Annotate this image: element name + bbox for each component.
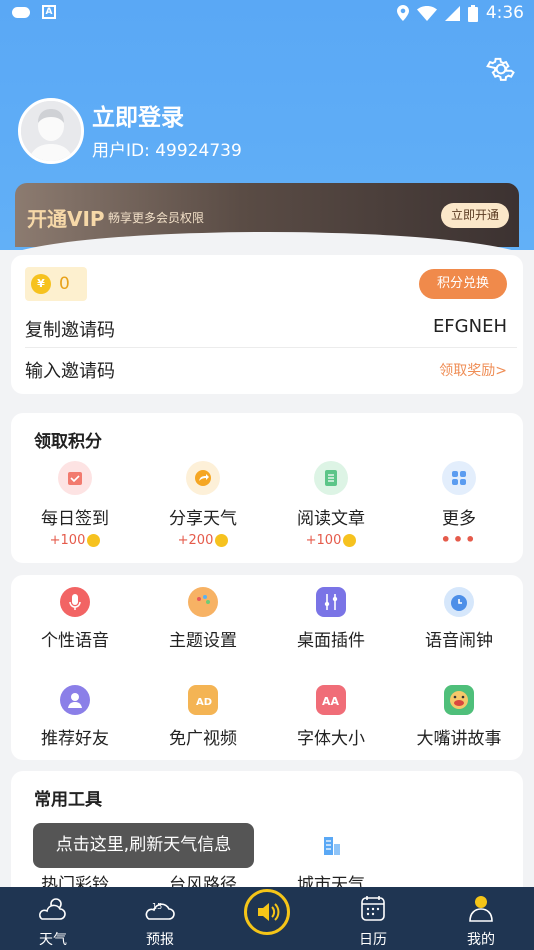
story-icon <box>444 685 474 715</box>
sliders-icon <box>316 587 346 617</box>
settings-gear-icon[interactable] <box>486 54 516 84</box>
voice-broadcast-button[interactable] <box>244 889 290 935</box>
feature-label: 个性语音 <box>41 631 109 651</box>
invite-code[interactable]: EFGNEH <box>433 316 507 337</box>
weather-icon <box>38 898 66 920</box>
alarm-clock-icon <box>444 587 474 617</box>
profile-icon <box>469 896 493 922</box>
forecast-15-icon: 15 <box>145 902 175 920</box>
avatar[interactable] <box>18 98 84 164</box>
feature-widget[interactable]: 桌面插件 <box>267 587 395 651</box>
tab-label: 预报 <box>146 932 174 948</box>
status-bar: A 4:36 <box>0 0 534 28</box>
tab-label: 天气 <box>39 932 67 948</box>
coin-balance: ¥ 0 <box>25 267 87 301</box>
earn-share-weather[interactable]: 分享天气 +200 <box>139 461 267 549</box>
default-avatar-icon <box>21 101 81 161</box>
features-card: 个性语音 主题设置 桌面插件 语音闹钟 推荐好友 AD 免广视频 AA 字体大小… <box>11 575 523 760</box>
battery-icon <box>467 4 478 22</box>
vip-subtitle: 畅享更多会员权限 <box>108 211 205 225</box>
svg-text:AA: AA <box>322 695 340 708</box>
earn-points: +200 <box>177 533 214 548</box>
signal-icon <box>444 5 460 21</box>
more-dots: ••• <box>440 530 478 549</box>
profile-header: A 4:36 立即登录 用户ID: 49924739 开通VIP 畅享更多会员权… <box>0 0 534 250</box>
earn-read-article[interactable]: 阅读文章 +100 <box>267 461 395 549</box>
feature-invite-friend[interactable]: 推荐好友 <box>11 685 139 749</box>
feature-alarm[interactable]: 语音闹钟 <box>395 587 523 651</box>
earn-label: 分享天气 <box>169 509 237 529</box>
wifi-icon <box>416 5 437 21</box>
share-icon <box>186 461 220 495</box>
palette-icon <box>188 587 218 617</box>
a-icon: A <box>42 5 56 19</box>
earn-label: 更多 <box>442 509 476 529</box>
earn-label: 每日签到 <box>41 509 109 529</box>
login-link[interactable]: 立即登录 <box>92 98 184 132</box>
points-card: ¥ 0 积分兑换 复制邀请码 EFGNEH 输入邀请码 领取奖励> <box>11 255 523 394</box>
tools-title: 常用工具 <box>34 790 102 810</box>
feature-label: 大嘴讲故事 <box>416 729 502 749</box>
earn-label: 阅读文章 <box>297 509 365 529</box>
feature-theme[interactable]: 主题设置 <box>139 587 267 651</box>
points-exchange-button[interactable]: 积分兑换 <box>419 269 507 299</box>
vip-activate-button[interactable]: 立即开通 <box>441 203 509 228</box>
earn-daily-checkin[interactable]: 每日签到 +100 <box>11 461 139 549</box>
feature-story[interactable]: 大嘴讲故事 <box>395 685 523 749</box>
coin-icon <box>87 534 101 547</box>
ad-free-icon: AD <box>188 685 218 715</box>
claim-reward-link[interactable]: 领取奖励> <box>439 360 507 380</box>
tab-calendar[interactable]: 日历 <box>320 887 426 950</box>
tab-profile[interactable]: 我的 <box>428 887 534 950</box>
tab-weather[interactable]: 天气 <box>0 887 106 950</box>
refresh-toast[interactable]: 点击这里,刷新天气信息 <box>33 823 254 868</box>
feature-label: 免广视频 <box>169 729 237 749</box>
font-size-icon: AA <box>316 685 346 715</box>
earn-more[interactable]: 更多 ••• <box>395 461 523 549</box>
calendar-icon <box>58 461 92 495</box>
tab-label: 日历 <box>359 932 387 948</box>
feature-ad-free[interactable]: AD 免广视频 <box>139 685 267 749</box>
forecast-badge: 15 <box>152 902 162 911</box>
feature-voice[interactable]: 个性语音 <box>11 587 139 651</box>
divider <box>25 347 517 348</box>
feature-label: 字体大小 <box>297 729 365 749</box>
input-invite-label[interactable]: 输入邀请码 <box>25 357 115 383</box>
article-icon <box>314 461 348 495</box>
earn-points: +100 <box>49 533 86 548</box>
tab-forecast[interactable]: 15 预报 <box>107 887 213 950</box>
microphone-icon <box>60 587 90 617</box>
friends-icon <box>60 685 90 715</box>
location-icon <box>396 5 409 21</box>
calendar-icon <box>361 896 385 921</box>
feature-label: 桌面插件 <box>297 631 365 651</box>
tool-city-weather[interactable]: 城市天气 <box>267 831 395 895</box>
vip-title: 开通VIP <box>27 207 105 231</box>
feature-label: 主题设置 <box>169 631 237 651</box>
user-id-text: 用户ID: 49924739 <box>92 141 242 161</box>
feature-label: 语音闹钟 <box>425 631 493 651</box>
coin-count: 0 <box>59 274 70 294</box>
coin-icon <box>343 534 357 547</box>
clock-text: 4:36 <box>485 3 524 23</box>
city-building-icon <box>316 831 346 861</box>
tab-label: 我的 <box>467 932 495 948</box>
coin-icon: ¥ <box>31 274 51 294</box>
coin-icon <box>215 534 229 547</box>
copy-invite-label[interactable]: 复制邀请码 <box>25 316 115 342</box>
earn-points-title: 领取积分 <box>34 432 102 452</box>
feature-font-size[interactable]: AA 字体大小 <box>267 685 395 749</box>
feature-label: 推荐好友 <box>41 729 109 749</box>
svg-text:AD: AD <box>196 697 212 708</box>
speaker-icon <box>258 903 280 921</box>
earn-points: +100 <box>305 533 342 548</box>
grid-icon <box>442 461 476 495</box>
cloud-icon <box>12 6 30 18</box>
earn-points-card: 领取积分 每日签到 +100 分享天气 +200 阅读文章 +100 更多 ••… <box>11 413 523 563</box>
